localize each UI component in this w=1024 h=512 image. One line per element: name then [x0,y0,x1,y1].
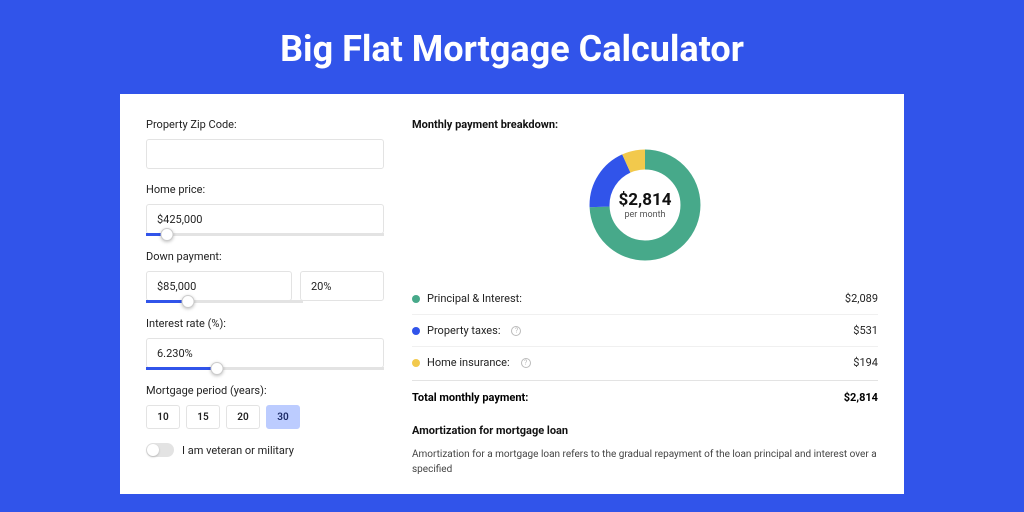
legend-value: $531 [853,324,878,337]
down-payment-label: Down payment: [146,250,384,263]
zip-label: Property Zip Code: [146,118,384,131]
period-btn-10[interactable]: 10 [146,405,180,429]
interest-rate-slider-thumb[interactable] [211,362,224,375]
legend-row: Principal & Interest: $2,089 [412,283,878,314]
down-payment-input[interactable] [146,271,292,301]
period-btn-15[interactable]: 15 [186,405,220,429]
inputs-panel: Property Zip Code: Home price: Down paym… [146,118,384,470]
home-price-slider-thumb[interactable] [161,228,174,241]
legend-dot-icon [412,295,420,303]
calculator-card: Property Zip Code: Home price: Down paym… [120,94,904,494]
amortization-title: Amortization for mortgage loan [412,424,878,437]
zip-field: Property Zip Code: [146,118,384,169]
interest-rate-input[interactable] [146,338,384,368]
down-payment-field: Down payment: [146,250,384,303]
home-price-field: Home price: [146,183,384,236]
legend-value: $2,089 [845,292,878,305]
legend-dot-icon [412,327,420,335]
amortization-text: Amortization for a mortgage loan refers … [412,447,878,477]
home-price-label: Home price: [146,183,384,196]
down-payment-pct-input[interactable] [300,271,384,301]
zip-input[interactable] [146,139,384,169]
help-icon[interactable]: ? [521,358,531,368]
total-value: $2,814 [844,391,878,404]
legend-label: Home insurance: [427,356,510,369]
legend-value: $194 [853,356,878,369]
legend-row: Property taxes:? $531 [412,314,878,346]
page-title: Big Flat Mortgage Calculator [0,0,1024,94]
help-icon[interactable]: ? [511,326,521,336]
period-btn-20[interactable]: 20 [226,405,260,429]
total-label: Total monthly payment: [412,391,528,404]
legend-label: Property taxes: [427,324,500,337]
down-payment-slider-thumb[interactable] [182,295,195,308]
legend-row: Home insurance:? $194 [412,346,878,378]
home-price-input[interactable] [146,204,384,234]
down-payment-slider[interactable] [146,300,303,303]
payment-donut-chart: $2,814 per month [585,145,705,265]
veteran-toggle[interactable] [146,443,174,457]
period-label: Mortgage period (years): [146,384,384,397]
toggle-knob [147,444,159,456]
legend-dot-icon [412,359,420,367]
interest-rate-label: Interest rate (%): [146,317,384,330]
breakdown-panel: Monthly payment breakdown: $2,814 per mo… [412,118,878,470]
period-field: Mortgage period (years): 10152030 [146,384,384,429]
interest-rate-slider[interactable] [146,367,384,370]
breakdown-title: Monthly payment breakdown: [412,118,878,131]
veteran-label: I am veteran or military [182,444,294,457]
interest-rate-field: Interest rate (%): [146,317,384,370]
legend-label: Principal & Interest: [427,292,522,305]
donut-center-value: $2,814 [619,190,672,210]
donut-center-label: per month [624,210,665,220]
home-price-slider[interactable] [146,233,384,236]
period-btn-30[interactable]: 30 [266,405,300,429]
